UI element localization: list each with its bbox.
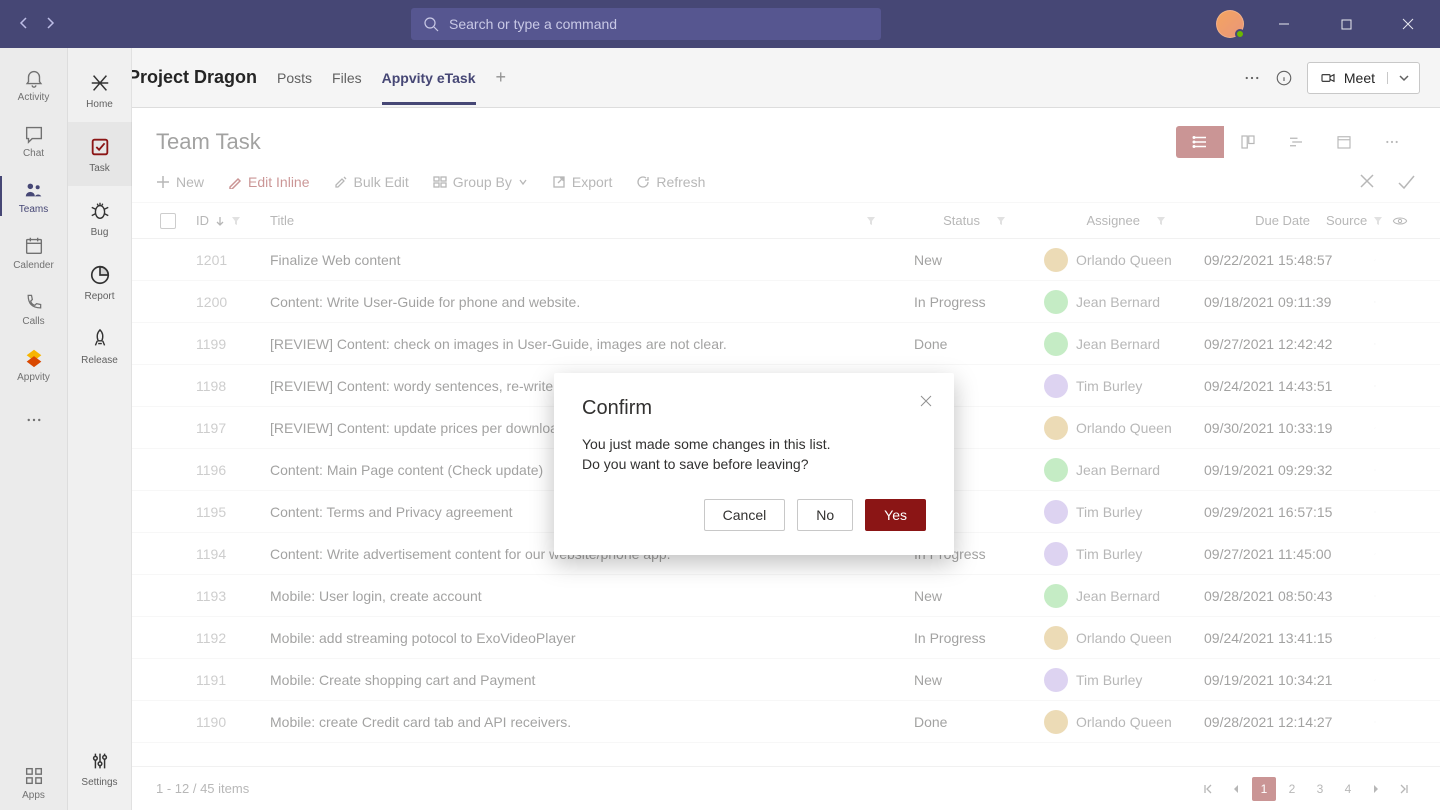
meet-dropdown[interactable]	[1387, 72, 1419, 84]
avatar[interactable]	[1216, 10, 1244, 38]
dialog-no-button[interactable]: No	[797, 499, 853, 531]
report-icon	[88, 263, 112, 287]
bug-icon	[88, 199, 112, 223]
dialog-close-button[interactable]	[914, 389, 938, 413]
task-icon	[88, 135, 112, 159]
search-icon	[423, 16, 439, 32]
meet-button[interactable]: Meet	[1307, 62, 1420, 94]
rail-chat[interactable]: Chat	[0, 112, 68, 168]
settings-icon	[88, 749, 112, 773]
appvity-icon	[22, 346, 46, 370]
nav-back-icon[interactable]	[18, 17, 32, 31]
window-minimize-button[interactable]	[1262, 0, 1306, 48]
tab-posts[interactable]: Posts	[277, 52, 312, 104]
app-side-bug[interactable]: Bug	[68, 186, 132, 250]
rail-activity[interactable]: Activity	[0, 56, 68, 112]
app-side-label: Bug	[91, 227, 109, 238]
chat-icon	[22, 122, 46, 146]
tab-appvity-etask[interactable]: Appvity eTask	[382, 52, 476, 104]
nav-forward-icon[interactable]	[44, 17, 58, 31]
presence-badge	[1235, 29, 1245, 39]
tab-more-icon[interactable]	[1243, 69, 1261, 87]
rail-label: Teams	[19, 204, 48, 215]
search-placeholder: Search or type a command	[449, 16, 617, 32]
dialog-msg-line: You just made some changes in this list.	[582, 434, 926, 454]
phone-icon	[22, 290, 46, 314]
app-side-label: Task	[89, 163, 110, 174]
app-side-label: Report	[84, 291, 114, 302]
app-side-label: Settings	[81, 777, 117, 788]
rail-label: Appvity	[17, 372, 50, 383]
dialog-cancel-button[interactable]: Cancel	[704, 499, 786, 531]
app-sidebar: Home Task Bug Report Release Settings	[68, 48, 132, 810]
confirm-dialog: Confirm You just made some changes in th…	[554, 373, 954, 555]
window-maximize-button[interactable]	[1324, 0, 1368, 48]
app-side-settings[interactable]: Settings	[68, 736, 132, 800]
app-side-home[interactable]: Home	[68, 58, 132, 122]
rail-more[interactable]	[0, 392, 68, 448]
rail-label: Calender	[13, 260, 54, 271]
info-icon[interactable]	[1275, 69, 1293, 87]
more-icon	[22, 408, 46, 432]
app-side-release[interactable]: Release	[68, 314, 132, 378]
tab-files[interactable]: Files	[332, 52, 362, 104]
rail-label: Activity	[18, 92, 50, 103]
meet-label: Meet	[1344, 70, 1375, 86]
dialog-msg-line: Do you want to save before leaving?	[582, 454, 926, 474]
channel-header: Project Dragon Posts Files Appvity eTask…	[68, 48, 1440, 108]
window-close-button[interactable]	[1386, 0, 1430, 48]
apps-icon	[22, 764, 46, 788]
rail-calendar[interactable]: Calender	[0, 224, 68, 280]
rail-appvity[interactable]: Appvity	[0, 336, 68, 392]
titlebar: Search or type a command	[0, 0, 1440, 48]
rail-label: Apps	[22, 790, 45, 801]
teams-icon	[22, 178, 46, 202]
app-side-report[interactable]: Report	[68, 250, 132, 314]
home-icon	[88, 71, 112, 95]
dialog-title: Confirm	[582, 397, 926, 420]
rail-calls[interactable]: Calls	[0, 280, 68, 336]
rail-label: Calls	[22, 316, 44, 327]
add-tab-button[interactable]: +	[496, 67, 507, 88]
app-side-task[interactable]: Task	[68, 122, 132, 186]
channel-title: Project Dragon	[128, 67, 257, 88]
rail-apps[interactable]: Apps	[0, 754, 68, 810]
search-input[interactable]: Search or type a command	[411, 8, 881, 40]
app-side-label: Release	[81, 355, 118, 366]
calendar-icon	[22, 234, 46, 258]
teams-rail: Activity Chat Teams Calender Calls Appvi…	[0, 48, 68, 810]
app-side-label: Home	[86, 99, 113, 110]
rail-label: Chat	[23, 148, 44, 159]
bell-icon	[22, 66, 46, 90]
video-icon	[1320, 70, 1336, 86]
rail-teams[interactable]: Teams	[0, 168, 68, 224]
release-icon	[88, 327, 112, 351]
dialog-yes-button[interactable]: Yes	[865, 499, 926, 531]
